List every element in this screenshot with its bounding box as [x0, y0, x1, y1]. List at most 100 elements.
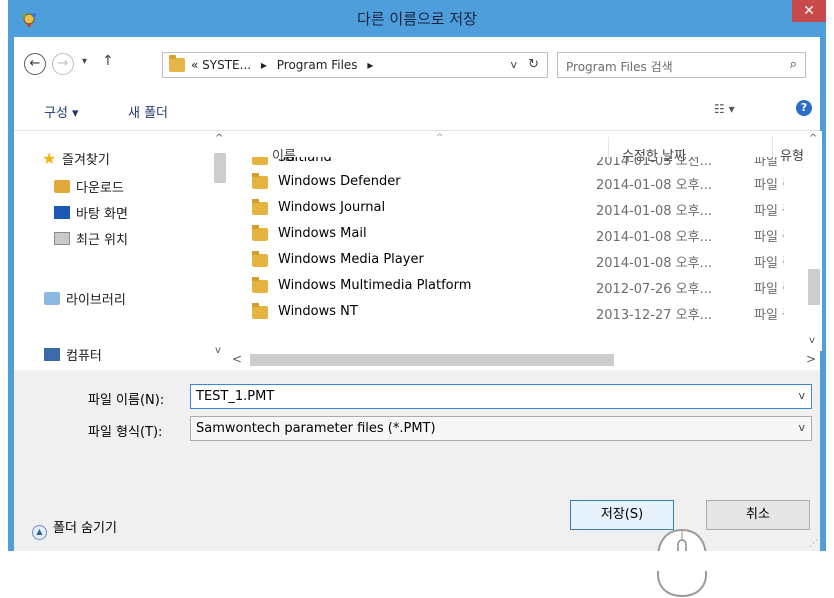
file-list: ^ 이름 수정한 날짜 유형 Softland 2014-01-03 오전...…	[228, 131, 822, 370]
breadcrumb-separator[interactable]: ▸	[367, 58, 373, 72]
file-name: Windows NT	[278, 304, 358, 319]
organize-button[interactable]: 구성 ▾	[44, 102, 79, 121]
nav-item-label: 다운로드	[76, 181, 124, 196]
sort-indicator-icon: ^	[436, 133, 444, 143]
window-bottom-margin	[8, 551, 826, 571]
new-folder-button[interactable]: 새 폴더	[128, 102, 168, 121]
forward-button[interactable]: →	[52, 53, 74, 75]
close-button[interactable]: ✕	[792, 0, 826, 22]
downloads-icon	[54, 180, 70, 193]
nav-item-downloads[interactable]: 다운로드	[54, 177, 124, 196]
folder-icon	[252, 277, 268, 293]
breadcrumb-separator[interactable]: ▸	[261, 58, 267, 72]
file-type: 파일 폴더	[754, 204, 784, 219]
search-input[interactable]: Program Files 검색	[566, 58, 673, 75]
filename-label: 파일 이름(N):	[88, 393, 165, 408]
scroll-left-arrow[interactable]: <	[232, 352, 242, 366]
column-divider[interactable]	[608, 137, 609, 159]
folder-icon	[252, 173, 268, 189]
column-divider[interactable]	[772, 137, 773, 159]
file-type: 파일 폴더	[754, 282, 784, 297]
file-date: 2013-12-27 오후...	[596, 308, 712, 323]
folder-icon	[252, 225, 268, 241]
table-row[interactable]: Windows Multimedia Platform 2012-07-26 오…	[252, 273, 812, 299]
up-button[interactable]: ↑	[102, 53, 114, 69]
scroll-up-arrow[interactable]: ^	[809, 133, 817, 144]
table-row[interactable]: Windows Media Player 2014-01-08 오후... 파일…	[252, 247, 812, 273]
address-row: ← → ▾ ↑ « SYSTE... ▸ Program Files ▸ v ↻…	[14, 37, 820, 87]
scroll-up-arrow[interactable]: ^	[215, 133, 223, 144]
scroll-right-arrow[interactable]: >	[806, 352, 816, 366]
scroll-thumb[interactable]	[808, 269, 820, 305]
scroll-thumb[interactable]	[214, 153, 226, 183]
nav-computer[interactable]: 컴퓨터	[44, 345, 102, 364]
scroll-down-arrow[interactable]: v	[215, 345, 221, 356]
file-date: 2014-01-08 오후...	[596, 230, 712, 245]
folder-icon	[252, 251, 268, 267]
address-bar[interactable]: « SYSTE... ▸ Program Files ▸ v ↻	[162, 52, 548, 78]
dialog-title: 다른 이름으로 저장	[357, 10, 477, 28]
file-name: Windows Multimedia Platform	[278, 278, 472, 293]
table-row[interactable]: Windows Journal 2014-01-08 오후... 파일 폴더	[252, 195, 812, 221]
desktop-icon	[54, 206, 70, 219]
table-row[interactable]: Windows Defender 2014-01-08 오후... 파일 폴더	[252, 169, 812, 195]
libraries-icon	[44, 292, 60, 305]
filetype-select[interactable]: Samwontech parameter files (*.PMT) v	[190, 416, 812, 441]
file-name: Windows Defender	[278, 174, 401, 189]
cancel-button[interactable]: 취소	[706, 500, 810, 530]
recent-locations-button[interactable]: ▾	[82, 56, 87, 67]
star-icon: ★	[42, 149, 57, 168]
file-type: 파일 폴더	[754, 230, 784, 245]
nav-scrollbar[interactable]: ^ v	[212, 131, 228, 361]
nav-libraries-label: 라이브러리	[66, 293, 126, 308]
filename-value[interactable]: TEST_1.PMT	[196, 389, 274, 404]
nav-item-desktop[interactable]: 바탕 화면	[54, 203, 128, 222]
table-row[interactable]: Windows NT 2013-12-27 오후... 파일 폴더	[252, 299, 812, 325]
help-icon[interactable]: ?	[796, 100, 812, 116]
hide-folders-label: 폴더 숨기기	[53, 521, 117, 536]
breadcrumb-system[interactable]: « SYSTE...	[191, 58, 251, 72]
file-name: Windows Media Player	[278, 252, 424, 267]
title-bar[interactable]: 다른 이름으로 저장 ✕	[8, 0, 826, 37]
table-row[interactable]: Windows Mail 2014-01-08 오후... 파일 폴더	[252, 221, 812, 247]
hide-folders-button[interactable]: ▲ 폴더 숨기기	[32, 517, 117, 540]
table-row[interactable]: Softland 2014-01-03 오전... 파일 폴더	[252, 157, 812, 169]
nav-favorites-label: 즐겨찾기	[62, 153, 110, 168]
toolbar: 구성 ▾ 새 폴더 ☷ ▾ ?	[14, 87, 820, 131]
resize-grip-icon[interactable]: ⋰	[809, 539, 818, 549]
scroll-down-arrow[interactable]: v	[809, 335, 815, 346]
file-date: 2012-07-26 오후...	[596, 282, 712, 297]
search-icon[interactable]: ⌕	[790, 57, 797, 72]
filetype-value[interactable]: Samwontech parameter files (*.PMT)	[196, 421, 436, 436]
save-button[interactable]: 저장(S)	[570, 500, 674, 530]
save-as-dialog: 다른 이름으로 저장 ✕ ← → ▾ ↑ « SYSTE... ▸ Progra…	[8, 0, 826, 598]
nav-favorites[interactable]: ★ 즐겨찾기	[42, 149, 110, 168]
dialog-footer: ▲ 폴더 숨기기 저장(S) 취소 ⋰	[14, 460, 820, 598]
breadcrumb-program-files[interactable]: Program Files	[277, 58, 358, 72]
breadcrumb: « SYSTE... ▸ Program Files ▸	[191, 58, 379, 72]
file-name: Softland	[278, 157, 332, 165]
chevron-down-icon[interactable]: v	[798, 389, 805, 402]
filetype-label: 파일 형식(T):	[88, 425, 163, 440]
nav-item-recent-places[interactable]: 최근 위치	[54, 229, 128, 248]
back-button[interactable]: ←	[24, 53, 46, 75]
collapse-icon: ▲	[32, 525, 47, 540]
nav-libraries[interactable]: 라이브러리	[44, 289, 126, 308]
nav-item-label: 최근 위치	[76, 233, 128, 248]
file-list-horizontal-scrollbar[interactable]: < >	[228, 352, 820, 368]
file-list-vertical-scrollbar[interactable]: ^ v	[806, 131, 822, 351]
chevron-down-icon[interactable]: v	[798, 421, 805, 434]
file-date: 2014-01-08 오후...	[596, 204, 712, 219]
filename-field[interactable]: TEST_1.PMT v	[190, 384, 812, 409]
refresh-icon[interactable]: ↻	[528, 57, 539, 72]
scroll-thumb[interactable]	[250, 354, 614, 366]
folder-icon	[252, 157, 268, 165]
file-name: Windows Journal	[278, 200, 386, 215]
nav-computer-label: 컴퓨터	[66, 349, 102, 364]
file-type: 파일 폴더	[754, 178, 784, 193]
file-type: 파일 폴더	[754, 256, 784, 271]
file-date: 2014-01-08 오후...	[596, 178, 712, 193]
address-dropdown-button[interactable]: v	[510, 58, 517, 71]
search-box[interactable]: Program Files 검색 ⌕	[557, 52, 806, 78]
view-options-icon[interactable]: ☷ ▾	[714, 102, 735, 116]
